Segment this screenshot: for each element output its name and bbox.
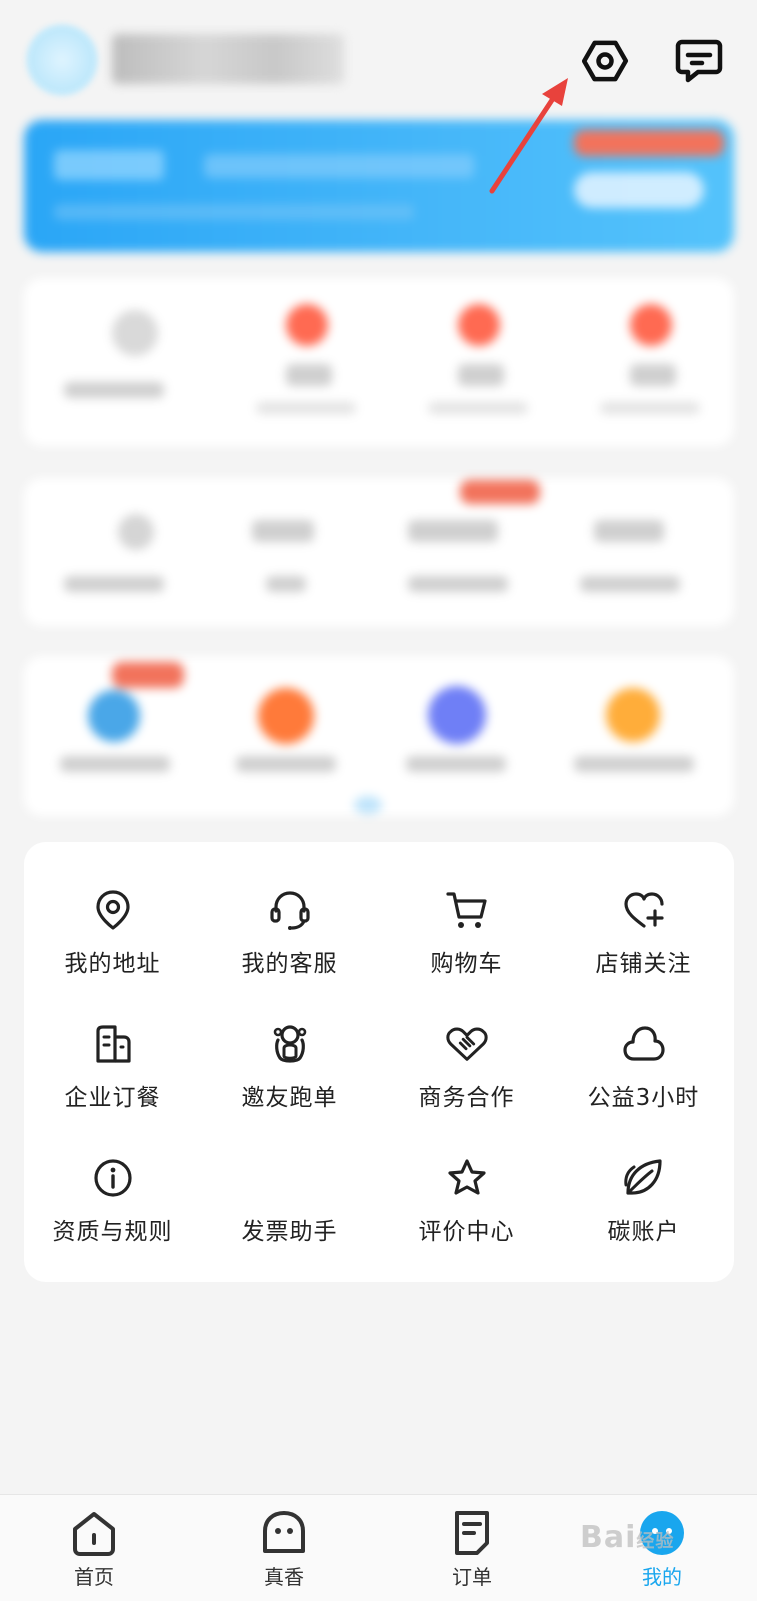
settings-hex-icon (581, 40, 629, 82)
membership-banner[interactable] (24, 120, 734, 252)
nav-label: 订单 (452, 1565, 492, 1589)
nav-zhenxiang[interactable]: 真香 (224, 1509, 344, 1597)
nav-label: 首页 (74, 1565, 114, 1589)
avatar[interactable] (26, 24, 98, 96)
order-icon (455, 1511, 489, 1555)
store-follow-item[interactable]: 店铺关注 (555, 884, 732, 1004)
assets-card[interactable] (24, 478, 734, 626)
nav-label: 真香 (264, 1565, 304, 1589)
menu-item-label: 我的地址 (64, 951, 161, 977)
message-bubble-icon (675, 39, 723, 83)
nav-label: 我的 (642, 1565, 682, 1589)
invoice-icon (268, 1156, 312, 1200)
nav-home[interactable]: 首页 (34, 1509, 154, 1597)
menu-item-label: 碳账户 (607, 1219, 680, 1245)
ghost-icon (263, 1511, 305, 1553)
rider-icon (273, 1025, 306, 1063)
star-icon (447, 1159, 486, 1195)
charity-item[interactable]: 公益3小时 (555, 1018, 732, 1138)
business-cooperation-item[interactable]: 商务合作 (378, 1018, 555, 1138)
enterprise-ordering-item[interactable]: 企业订餐 (24, 1018, 201, 1138)
settings-button[interactable] (580, 36, 630, 86)
info-icon (93, 1159, 132, 1197)
nav-orders[interactable]: 订单 (412, 1509, 532, 1597)
my-customer-service-item[interactable]: 我的客服 (201, 884, 378, 1004)
review-center-item[interactable]: 评价中心 (378, 1152, 555, 1272)
heart-plus-icon (623, 892, 664, 928)
menu-item-label: 商务合作 (418, 1085, 515, 1111)
menu-item-label: 公益3小时 (587, 1085, 700, 1111)
cloud-icon (622, 1026, 665, 1061)
menu-item-label: 发票助手 (241, 1219, 338, 1245)
menu-item-label: 我的客服 (241, 951, 338, 977)
cart-icon (445, 892, 487, 928)
my-address-item[interactable]: 我的地址 (24, 884, 201, 1004)
handshake-icon (445, 1027, 488, 1061)
message-button[interactable] (674, 36, 724, 86)
menu-item-label: 评价中心 (418, 1219, 515, 1245)
menu-item-label: 企业订餐 (64, 1085, 161, 1111)
headset-icon (269, 891, 310, 930)
annotation-arrow (489, 78, 568, 194)
watermark: Bai经验 (580, 1520, 675, 1555)
shopping-cart-item[interactable]: 购物车 (378, 884, 555, 1004)
menu-item-label: 店铺关注 (595, 951, 692, 977)
location-pin-icon (95, 890, 130, 930)
invoice-assistant-item[interactable]: 发票助手 (201, 1152, 378, 1272)
menu-item-label: 资质与规则 (52, 1219, 173, 1245)
username-blurred[interactable] (112, 34, 344, 84)
services-card[interactable] (24, 656, 734, 816)
home-icon (73, 1512, 115, 1556)
qualifications-rules-item[interactable]: 资质与规则 (24, 1152, 201, 1272)
wallet-card[interactable] (24, 278, 734, 446)
carbon-account-item[interactable]: 碳账户 (555, 1152, 732, 1272)
invite-rider-item[interactable]: 邀友跑单 (201, 1018, 378, 1138)
menu-item-label: 购物车 (430, 951, 503, 977)
tools-card: 我的地址 我的客服 购物车 店铺关注 企业订餐 邀友跑单 商务合作 公益3小时 … (24, 842, 734, 1282)
leaf-icon (623, 1159, 662, 1195)
menu-item-label: 邀友跑单 (241, 1085, 338, 1111)
building-icon (95, 1025, 131, 1063)
